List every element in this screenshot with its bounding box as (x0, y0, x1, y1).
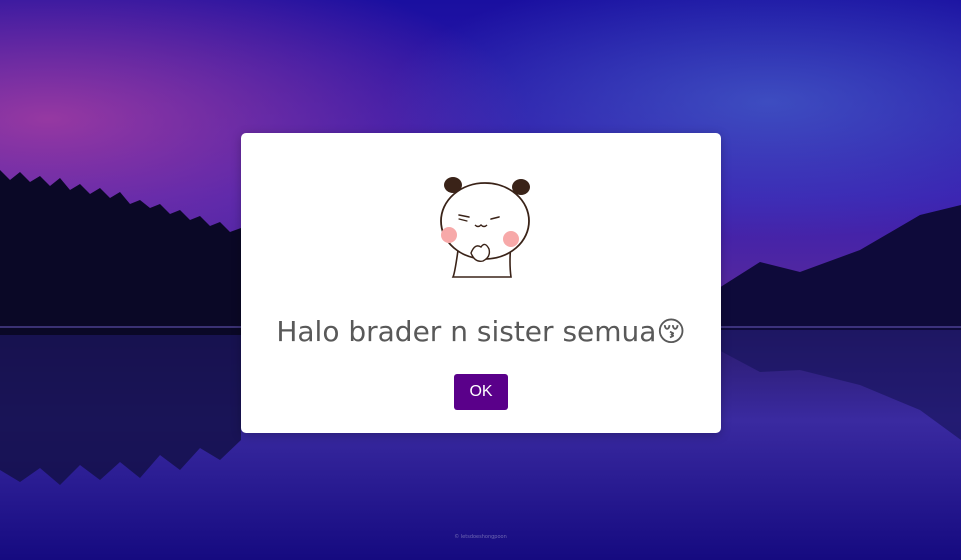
kissing-face-emoji: 😚 (656, 315, 686, 348)
alert-dialog: Halo brader n sister semua😚 OK (241, 133, 721, 433)
dialog-message: Halo brader n sister semua😚 (241, 315, 721, 348)
ok-button[interactable]: OK (454, 374, 508, 410)
panda-cartoon-icon (437, 173, 533, 279)
background-credit: © letsdoeshongpoon (454, 534, 507, 540)
dialog-message-text: Halo brader n sister semua (276, 315, 657, 348)
